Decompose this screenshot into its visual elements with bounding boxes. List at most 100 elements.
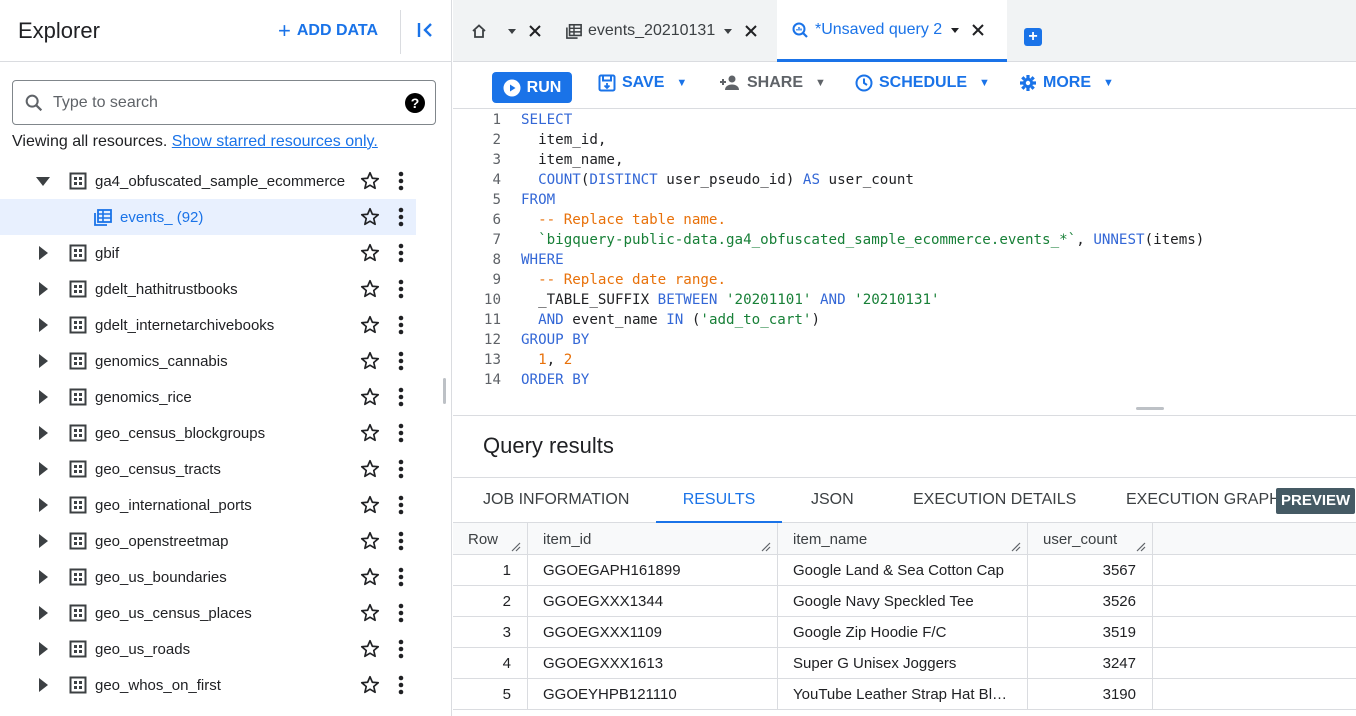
tab-results[interactable]: RESULTS	[656, 478, 782, 524]
code-line[interactable]: 5 FROM	[453, 190, 555, 210]
more-vert-icon[interactable]	[391, 350, 411, 372]
cell-item-name[interactable]: Google Navy Speckled Tee	[778, 586, 1028, 616]
dataset-row[interactable]: geo_census_tracts	[0, 451, 452, 487]
cell-item-name[interactable]: Google Land & Sea Cotton Cap	[778, 555, 1028, 585]
caret-right-icon[interactable]	[36, 642, 50, 656]
resize-icon[interactable]	[511, 542, 521, 552]
dataset-row[interactable]: gbif	[0, 235, 452, 271]
star-icon[interactable]	[359, 566, 381, 588]
caret-right-icon[interactable]	[36, 606, 50, 620]
more-vert-icon[interactable]	[391, 170, 411, 192]
star-icon[interactable]	[359, 602, 381, 624]
dataset-row[interactable]: geo_us_roads	[0, 631, 452, 667]
column-header-item-name[interactable]: item_name	[778, 523, 1028, 554]
more-vert-icon[interactable]	[391, 674, 411, 696]
tab-execution-details[interactable]: EXECUTION DETAILS	[913, 478, 1076, 524]
cell-row-number[interactable]: 4	[453, 648, 528, 678]
table-row[interactable]: 5 GGOEYHPB121110 YouTube Leather Strap Hat…	[453, 679, 1356, 710]
cell-item-id[interactable]: GGOEYHPB121110	[528, 679, 778, 709]
caret-right-icon[interactable]	[36, 426, 50, 440]
code-line[interactable]: 12 GROUP BY	[453, 330, 589, 350]
code-line[interactable]: 4 COUNT(DISTINCT user_pseudo_id) AS user…	[453, 170, 914, 190]
code-line[interactable]: 1 SELECT	[453, 110, 572, 130]
table-row-selected[interactable]: events_ (92)	[0, 199, 416, 235]
dataset-row[interactable]: genomics_rice	[0, 379, 452, 415]
schedule-button[interactable]: SCHEDULE ▼	[855, 74, 990, 92]
more-vert-icon[interactable]	[391, 386, 411, 408]
more-vert-icon[interactable]	[391, 422, 411, 444]
star-icon[interactable]	[359, 314, 381, 336]
cell-item-id[interactable]: GGOEGAPH161899	[528, 555, 778, 585]
add-data-button[interactable]: + ADD DATA	[278, 20, 378, 42]
more-vert-icon[interactable]	[391, 458, 411, 480]
more-vert-icon[interactable]	[391, 566, 411, 588]
help-icon[interactable]: ?	[405, 92, 425, 113]
sql-editor[interactable]: 1 SELECT 2 item_id, 3 item_name, 4 COUNT(DIS…	[453, 109, 1356, 392]
cell-user-count[interactable]: 3190	[1028, 679, 1153, 709]
close-icon[interactable]	[970, 22, 986, 38]
code-line[interactable]: 6 -- Replace table name.	[453, 210, 726, 230]
star-icon[interactable]	[359, 350, 381, 372]
tab-execution-graph[interactable]: EXECUTION GRAPH	[1126, 478, 1281, 524]
caret-right-icon[interactable]	[36, 282, 50, 296]
cell-row-number[interactable]: 2	[453, 586, 528, 616]
run-button[interactable]: RUN	[492, 72, 572, 103]
code-line[interactable]: 7 `bigquery-public-data.ga4_obfuscated_s…	[453, 230, 1204, 250]
cell-item-name[interactable]: Super G Unisex Joggers	[778, 648, 1028, 678]
new-query-tab-button[interactable]: +	[1024, 28, 1042, 46]
more-vert-icon[interactable]	[391, 314, 411, 336]
table-row[interactable]: 1 GGOEGAPH161899 Google Land & Sea Cotton …	[453, 555, 1356, 586]
more-vert-icon[interactable]	[391, 278, 411, 300]
star-icon[interactable]	[359, 170, 381, 192]
cell-item-name[interactable]: Google Zip Hoodie F/C	[778, 617, 1028, 647]
search-input[interactable]	[53, 93, 405, 112]
caret-right-icon[interactable]	[36, 318, 50, 332]
dataset-row[interactable]: geo_us_census_places	[0, 595, 452, 631]
star-icon[interactable]	[359, 242, 381, 264]
more-vert-icon[interactable]	[391, 242, 411, 264]
cell-row-number[interactable]: 3	[453, 617, 528, 647]
dataset-row[interactable]: geo_international_ports	[0, 487, 452, 523]
resize-icon[interactable]	[1011, 542, 1021, 552]
collapse-panel-icon[interactable]	[416, 20, 436, 45]
tab-home[interactable]	[471, 0, 543, 62]
code-line[interactable]: 13 1, 2	[453, 350, 572, 370]
star-icon[interactable]	[359, 278, 381, 300]
caret-down-icon[interactable]	[36, 174, 50, 188]
more-vert-icon[interactable]	[391, 206, 411, 228]
cell-item-id[interactable]: GGOEGXXX1613	[528, 648, 778, 678]
code-line[interactable]: 3 item_name,	[453, 150, 623, 170]
resize-icon[interactable]	[761, 542, 771, 552]
caret-right-icon[interactable]	[36, 534, 50, 548]
dataset-row[interactable]: geo_us_boundaries	[0, 559, 452, 595]
caret-right-icon[interactable]	[36, 570, 50, 584]
more-vert-icon[interactable]	[391, 602, 411, 624]
explorer-search[interactable]: ?	[12, 80, 436, 125]
caret-right-icon[interactable]	[36, 354, 50, 368]
dataset-row[interactable]: geo_whos_on_first	[0, 667, 452, 703]
cell-item-id[interactable]: GGOEGXXX1344	[528, 586, 778, 616]
cell-user-count[interactable]: 3567	[1028, 555, 1153, 585]
table-row[interactable]: 4 GGOEGXXX1613 Super G Unisex Joggers 3247	[453, 648, 1356, 679]
code-line[interactable]: 14 ORDER BY	[453, 370, 589, 390]
more-vert-icon[interactable]	[391, 530, 411, 552]
column-header-row[interactable]: Row	[453, 523, 528, 554]
dataset-row[interactable]: gdelt_hathitrustbooks	[0, 271, 452, 307]
table-row[interactable]: 2 GGOEGXXX1344 Google Navy Speckled Tee 352…	[453, 586, 1356, 617]
tab-json[interactable]: JSON	[811, 478, 854, 524]
cell-item-id[interactable]: GGOEGXXX1109	[528, 617, 778, 647]
star-icon[interactable]	[359, 530, 381, 552]
star-icon[interactable]	[359, 494, 381, 516]
star-icon[interactable]	[359, 422, 381, 444]
table-row[interactable]: 3 GGOEGXXX1109 Google Zip Hoodie F/C 3519	[453, 617, 1356, 648]
code-line[interactable]: 2 item_id,	[453, 130, 606, 150]
caret-right-icon[interactable]	[36, 462, 50, 476]
dataset-row-expanded[interactable]: ga4_obfuscated_sample_ecommerce	[0, 163, 452, 199]
star-icon[interactable]	[359, 638, 381, 660]
save-button[interactable]: SAVE ▼	[598, 74, 687, 92]
caret-down-icon[interactable]	[950, 25, 960, 35]
code-line[interactable]: 9 -- Replace date range.	[453, 270, 726, 290]
caret-down-icon[interactable]	[507, 26, 517, 36]
code-line[interactable]: 11 AND event_name IN ('add_to_cart')	[453, 310, 820, 330]
dataset-row[interactable]: geo_census_blockgroups	[0, 415, 452, 451]
